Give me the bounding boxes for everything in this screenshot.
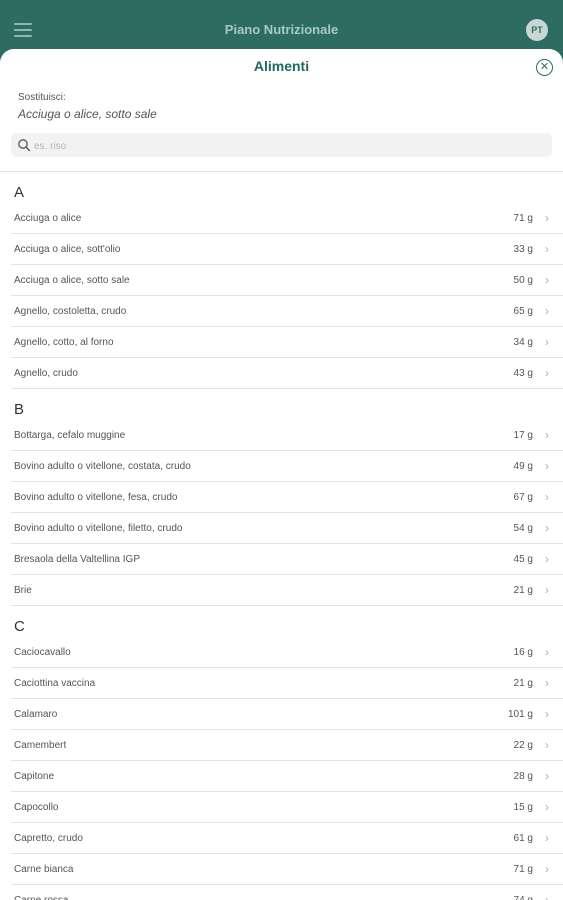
food-name: Brie <box>14 584 32 596</box>
food-list-item[interactable]: Acciuga o alice, sotto sale 50 g › <box>11 265 563 296</box>
food-name: Bottarga, cefalo muggine <box>14 429 126 441</box>
avatar[interactable]: PT <box>526 19 548 41</box>
food-list-item[interactable]: Calamaro 101 g › <box>11 699 563 730</box>
food-quantity: 28 g <box>513 770 533 782</box>
substitute-value: Acciuga o alice, sotto sale <box>18 107 157 121</box>
food-list-item[interactable]: Bresaola della Valtellina IGP 45 g › <box>11 544 563 575</box>
food-list-item[interactable]: Camembert 22 g › <box>11 730 563 761</box>
food-quantity: 22 g <box>513 739 533 751</box>
food-list-item[interactable]: Agnello, crudo 43 g › <box>11 358 563 389</box>
food-name: Bovino adulto o vitellone, costata, crud… <box>14 460 191 472</box>
chevron-right-icon: › <box>545 335 549 349</box>
food-name: Carne bianca <box>14 863 74 875</box>
chevron-right-icon: › <box>545 459 549 473</box>
chevron-right-icon: › <box>545 800 549 814</box>
search-icon <box>18 139 31 152</box>
search-input[interactable] <box>32 133 536 159</box>
food-quantity: 67 g <box>513 491 533 503</box>
food-name: Capretto, crudo <box>14 832 83 844</box>
food-list-item[interactable]: Bottarga, cefalo muggine 17 g › <box>11 420 563 451</box>
sheet-title: Alimenti <box>253 58 310 74</box>
food-list-item[interactable]: Acciuga o alice, sott'olio 33 g › <box>11 234 563 265</box>
food-list-item[interactable]: Carne bianca 71 g › <box>11 854 563 885</box>
food-name: Acciuga o alice <box>14 212 82 224</box>
food-name: Carne rossa <box>14 894 69 900</box>
food-list-item[interactable]: Capocollo 15 g › <box>11 792 563 823</box>
food-quantity: 49 g <box>513 460 533 472</box>
substitute-label: Sostituisci: <box>18 92 66 103</box>
food-list-item[interactable]: Bovino adulto o vitellone, filetto, crud… <box>11 513 563 544</box>
food-list-item[interactable]: Agnello, costoletta, crudo 65 g › <box>11 296 563 327</box>
chevron-right-icon: › <box>545 273 549 287</box>
food-name: Bovino adulto o vitellone, fesa, crudo <box>14 491 178 503</box>
close-icon: ✕ <box>539 61 550 73</box>
food-quantity: 65 g <box>513 305 533 317</box>
food-name: Caciottina vaccina <box>14 677 96 689</box>
section-header: C <box>14 618 25 635</box>
section-header: A <box>14 184 25 201</box>
chevron-right-icon: › <box>545 304 549 318</box>
food-list-item[interactable]: Caciottina vaccina 21 g › <box>11 668 563 699</box>
chevron-right-icon: › <box>545 645 549 659</box>
food-quantity: 43 g <box>513 367 533 379</box>
food-list: A Acciuga o alice 71 g › Acciuga o alice, so… <box>0 172 563 900</box>
food-quantity: 61 g <box>513 832 533 844</box>
foods-sheet: Alimenti ✕ Sostituisci: Acciuga o alice,… <box>0 49 563 900</box>
food-list-item[interactable]: Bovino adulto o vitellone, costata, crud… <box>11 451 563 482</box>
food-name: Camembert <box>14 739 67 751</box>
food-name: Caciocavallo <box>14 646 71 658</box>
chevron-right-icon: › <box>545 707 549 721</box>
food-name: Capocollo <box>14 801 59 813</box>
food-quantity: 21 g <box>513 677 533 689</box>
chevron-right-icon: › <box>545 552 549 566</box>
search-bar[interactable] <box>11 133 552 159</box>
close-button[interactable]: ✕ <box>536 59 553 76</box>
food-name: Bovino adulto o vitellone, filetto, crud… <box>14 522 183 534</box>
chevron-right-icon: › <box>545 676 549 690</box>
food-list-item[interactable]: Capitone 28 g › <box>11 761 563 792</box>
app-title: Piano Nutrizionale <box>224 22 339 37</box>
chevron-right-icon: › <box>545 428 549 442</box>
food-list-item[interactable]: Capretto, crudo 61 g › <box>11 823 563 854</box>
chevron-right-icon: › <box>545 769 549 783</box>
food-quantity: 54 g <box>513 522 533 534</box>
food-quantity: 50 g <box>513 274 533 286</box>
food-name: Agnello, cotto, al forno <box>14 336 114 348</box>
chevron-right-icon: › <box>545 211 549 225</box>
section-header: B <box>14 401 25 418</box>
chevron-right-icon: › <box>545 893 549 900</box>
food-name: Acciuga o alice, sott'olio <box>14 243 121 255</box>
food-name: Acciuga o alice, sotto sale <box>14 274 130 286</box>
food-quantity: 71 g <box>513 863 533 875</box>
food-list-item[interactable]: Brie 21 g › <box>11 575 563 606</box>
chevron-right-icon: › <box>545 738 549 752</box>
food-list-item[interactable]: Agnello, cotto, al forno 34 g › <box>11 327 563 358</box>
food-quantity: 21 g <box>513 584 533 596</box>
chevron-right-icon: › <box>545 831 549 845</box>
chevron-right-icon: › <box>545 490 549 504</box>
food-quantity: 17 g <box>513 429 533 441</box>
food-name: Capitone <box>14 770 55 782</box>
food-name: Calamaro <box>14 708 58 720</box>
chevron-right-icon: › <box>545 862 549 876</box>
food-quantity: 45 g <box>513 553 533 565</box>
food-quantity: 33 g <box>513 243 533 255</box>
food-list-item[interactable]: Acciuga o alice 71 g › <box>11 203 563 234</box>
food-list-item[interactable]: Caciocavallo 16 g › <box>11 637 563 668</box>
food-list-item[interactable]: Carne rossa 74 g › <box>11 885 563 900</box>
chevron-right-icon: › <box>545 366 549 380</box>
food-quantity: 74 g <box>513 894 533 900</box>
chevron-right-icon: › <box>545 242 549 256</box>
food-quantity: 15 g <box>513 801 533 813</box>
food-name: Agnello, crudo <box>14 367 78 379</box>
food-quantity: 101 g <box>507 708 533 720</box>
chevron-right-icon: › <box>545 583 549 597</box>
food-name: Agnello, costoletta, crudo <box>14 305 127 317</box>
chevron-right-icon: › <box>545 521 549 535</box>
food-quantity: 16 g <box>513 646 533 658</box>
food-quantity: 34 g <box>513 336 533 348</box>
food-name: Bresaola della Valtellina IGP <box>14 553 140 565</box>
food-list-item[interactable]: Bovino adulto o vitellone, fesa, crudo 67… <box>11 482 563 513</box>
food-quantity: 71 g <box>513 212 533 224</box>
